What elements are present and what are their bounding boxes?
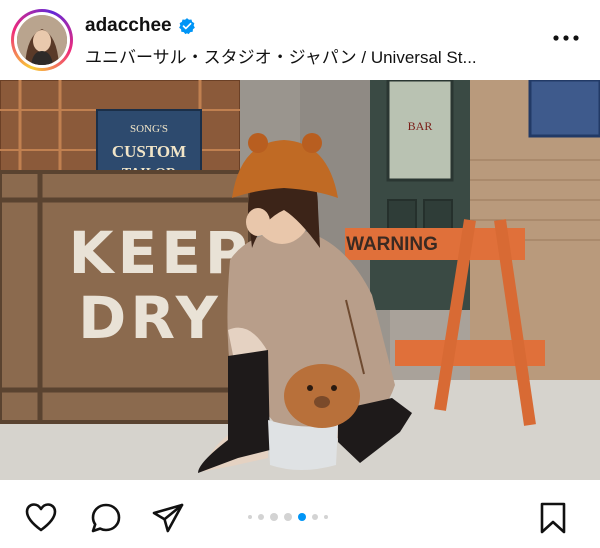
carousel-dot	[312, 514, 318, 520]
carousel-dot	[324, 515, 328, 519]
verified-icon	[178, 18, 195, 35]
location-link[interactable]: ユニバーサル・スタジオ・ジャパン / Universal St...	[85, 43, 477, 68]
sign-dry: DRY	[78, 284, 222, 352]
comment-icon[interactable]	[89, 501, 123, 535]
sign-bar: BAR	[408, 119, 433, 133]
avatar-border	[14, 12, 70, 68]
sign-warning: WARNING	[346, 234, 438, 255]
photo-scene: SONG'S CUSTOM TAILOR BAR KEEP DRY WARNIN	[0, 80, 600, 480]
avatar-image	[17, 15, 67, 65]
story-ring[interactable]	[11, 9, 73, 71]
bookmark-icon[interactable]	[536, 501, 570, 535]
carousel-dot	[284, 513, 292, 521]
username-row: adacchee	[85, 13, 196, 39]
sign-tailor-mid: CUSTOM	[112, 142, 186, 161]
carousel-dot	[248, 515, 252, 519]
heart-icon[interactable]	[24, 501, 58, 535]
username[interactable]: adacchee	[85, 15, 172, 37]
post-header: adacchee ユニバーサル・スタジオ・ジャパン / Universal St…	[0, 0, 600, 80]
carousel-dot	[270, 513, 278, 521]
carousel-dots	[248, 512, 328, 522]
carousel-dot-active	[298, 513, 306, 521]
avatar[interactable]	[17, 15, 67, 65]
post-photo[interactable]: SONG'S CUSTOM TAILOR BAR KEEP DRY WARNIN	[0, 80, 600, 480]
share-icon[interactable]	[151, 501, 185, 535]
sign-tailor-top: SONG'S	[130, 123, 168, 135]
carousel-dot	[258, 514, 264, 520]
more-icon[interactable]	[548, 28, 584, 48]
sign-keep: KEEP	[69, 219, 252, 287]
